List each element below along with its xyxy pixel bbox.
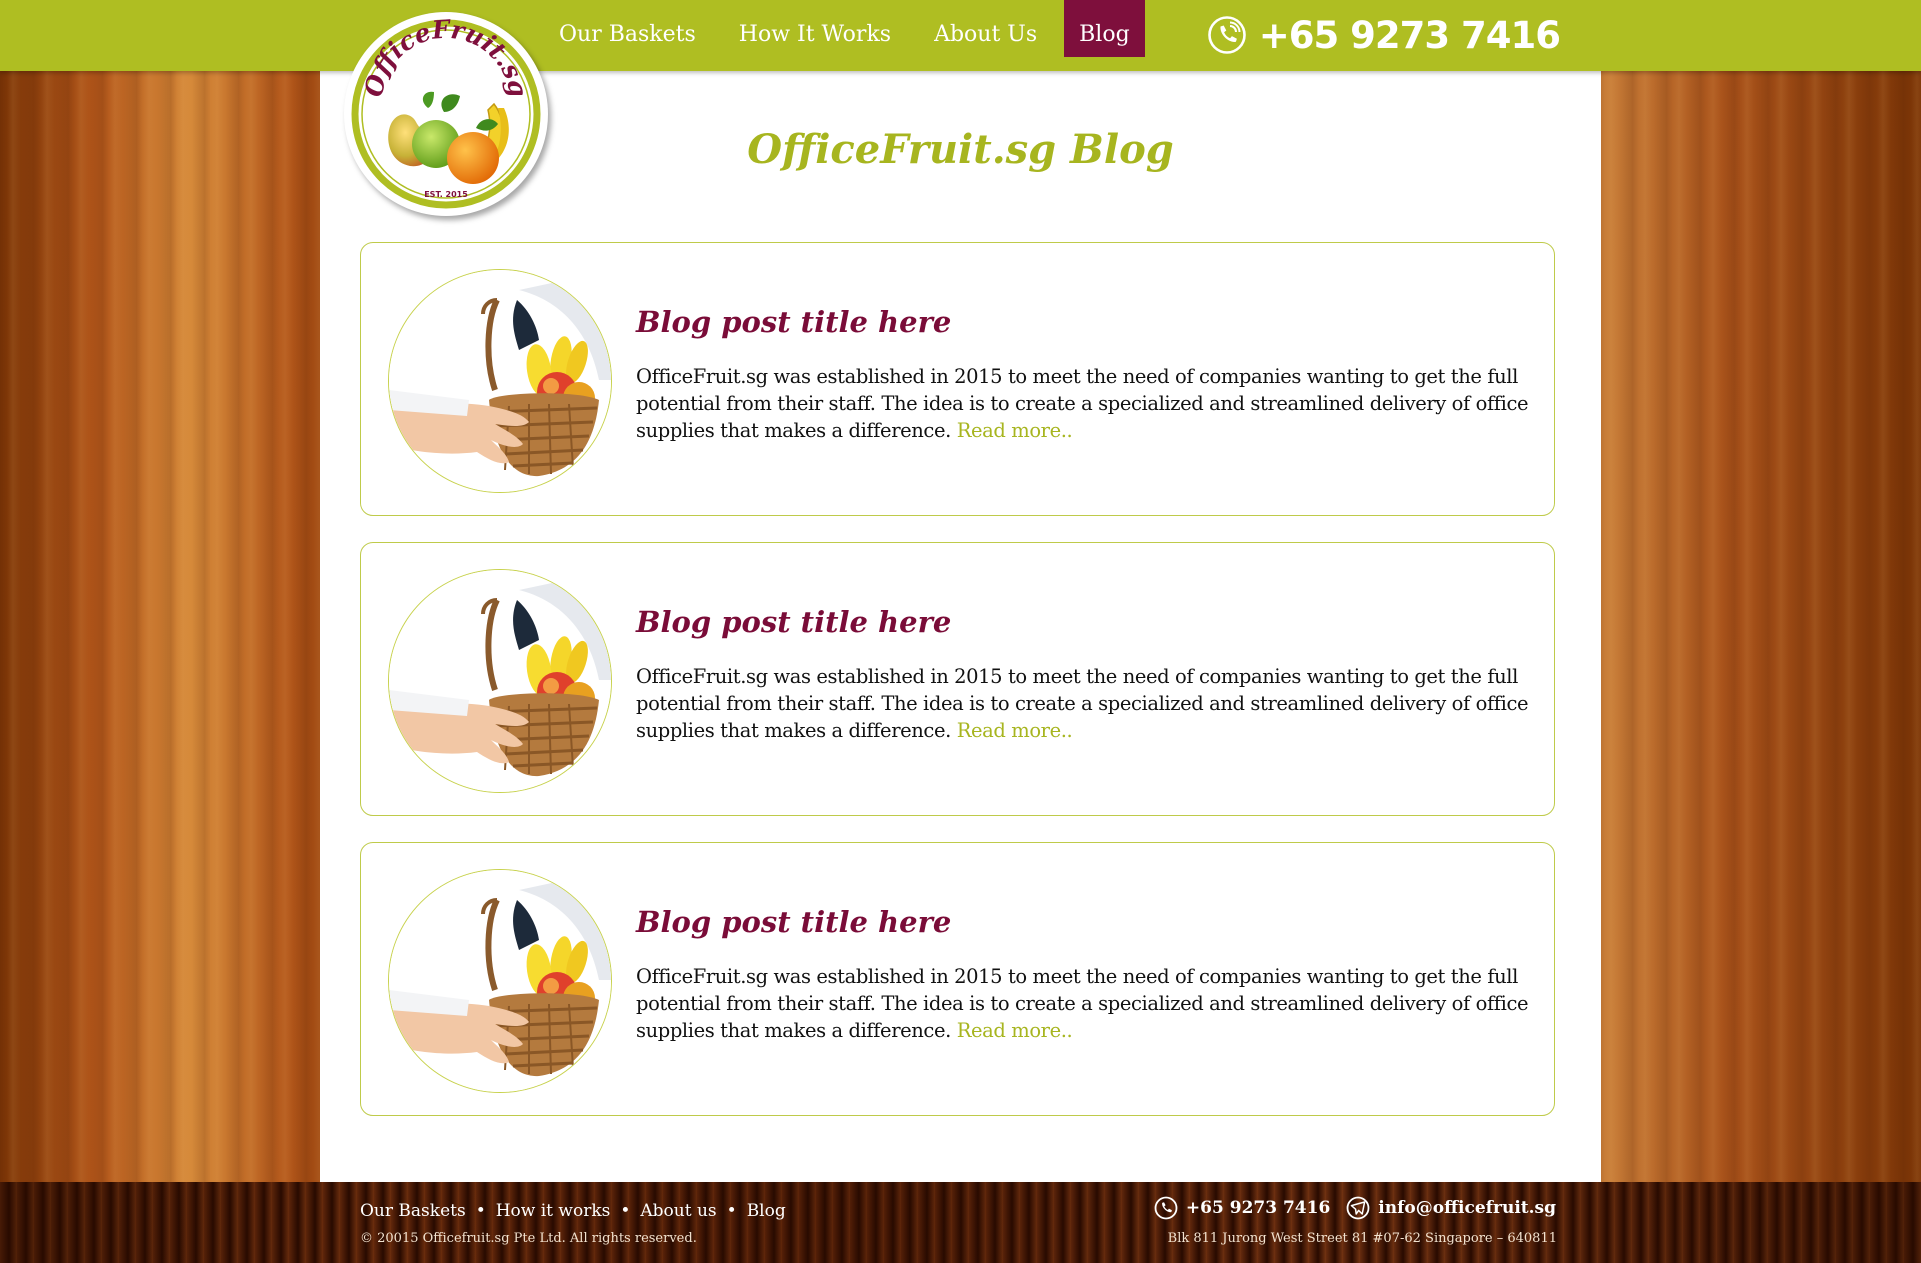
post-excerpt: OfficeFruit.sg was established in 2015 t… [636,963,1536,1044]
phone-icon [1207,16,1246,54]
svg-text:EST. 2015: EST. 2015 [424,190,468,199]
read-more-link[interactable]: Read more.. [957,419,1073,442]
phone-icon [1154,1196,1178,1220]
post-thumbnail[interactable] [388,269,612,493]
nav-item-how-it-works[interactable]: How It Works [726,0,904,57]
post-excerpt: OfficeFruit.sg was established in 2015 t… [636,663,1536,744]
footer [0,1182,1921,1263]
footer-separator: • [475,1201,486,1221]
footer-email-address: info@officefruit.sg [1378,1198,1556,1218]
post-title[interactable]: Blog post title here [636,605,951,639]
footer-separator: • [726,1201,737,1221]
post-excerpt: OfficeFruit.sg was established in 2015 t… [636,363,1536,444]
footer-link-how-it-works[interactable]: How it works [496,1201,611,1221]
footer-phone[interactable]: +65 9273 7416 [1154,1196,1330,1220]
footer-link-blog[interactable]: Blog [747,1201,786,1221]
fruit-basket-image [389,570,612,793]
read-more-link[interactable]: Read more.. [957,1019,1073,1042]
copyright-text: © 20015 Officefruit.sg Pte Ltd. All righ… [360,1231,697,1246]
post-excerpt-text: OfficeFruit.sg was established in 2015 t… [636,965,1529,1042]
footer-link-about-us[interactable]: About us [640,1201,716,1221]
post-title[interactable]: Blog post title here [636,905,951,939]
fruit-logo-icon: OfficeFruit.sg EST. 2015 [348,14,544,212]
footer-separator: • [620,1201,631,1221]
site-logo[interactable]: OfficeFruit.sg EST. 2015 [344,12,548,216]
nav-item-about-us[interactable]: About Us [921,0,1050,57]
fruit-basket-image [389,270,612,493]
footer-address: Blk 811 Jurong West Street 81 #07-62 Sin… [1167,1231,1557,1246]
fruit-basket-image [389,870,612,1093]
footer-email[interactable]: info@officefruit.sg [1346,1196,1556,1220]
post-title[interactable]: Blog post title here [636,305,951,339]
post-thumbnail[interactable] [388,569,612,793]
post-excerpt-text: OfficeFruit.sg was established in 2015 t… [636,365,1529,442]
footer-link-our-baskets[interactable]: Our Baskets [360,1201,466,1221]
post-thumbnail[interactable] [388,869,612,1093]
read-more-link[interactable]: Read more.. [957,719,1073,742]
blog-post-card: Blog post title here OfficeFruit.sg was … [360,542,1555,816]
blog-post-card: Blog post title here OfficeFruit.sg was … [360,242,1555,516]
blog-post-card: Blog post title here OfficeFruit.sg was … [360,842,1555,1116]
footer-nav: Our Baskets • How it works • About us • … [360,1201,786,1221]
header-phone[interactable]: +65 9273 7416 [1207,10,1561,60]
nav-item-blog[interactable]: Blog [1064,0,1145,57]
header-phone-number: +65 9273 7416 [1258,13,1561,57]
footer-phone-number: +65 9273 7416 [1185,1198,1331,1218]
nav-item-our-baskets[interactable]: Our Baskets [546,0,709,57]
post-excerpt-text: OfficeFruit.sg was established in 2015 t… [636,665,1529,742]
footer-contact: +65 9273 7416 info@officefruit.sg [1138,1196,1556,1220]
main-nav: Our Baskets How It Works About Us Blog [546,0,1162,57]
top-navigation-bar: Our Baskets How It Works About Us Blog +… [0,0,1921,71]
email-icon [1346,1196,1370,1220]
